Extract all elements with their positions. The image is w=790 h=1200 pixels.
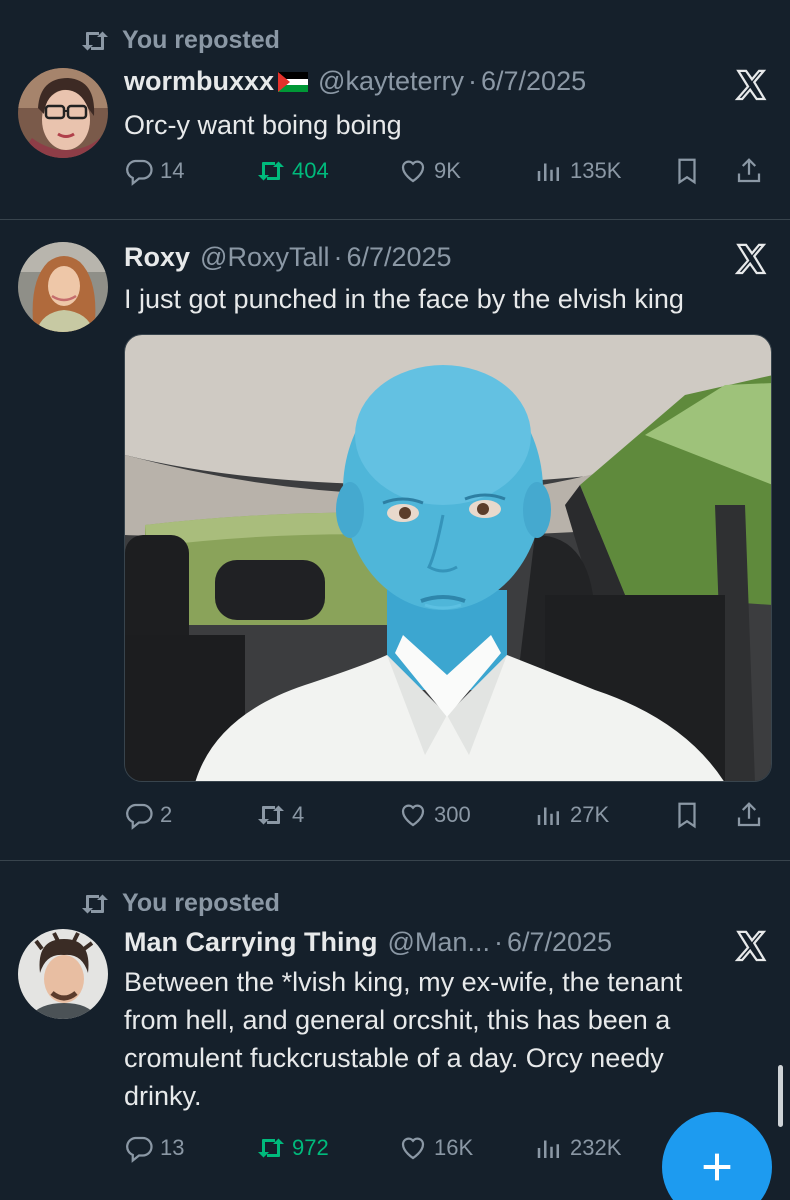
views-count: 232K	[570, 1135, 622, 1160]
views-button[interactable]: 232K	[534, 1133, 621, 1163]
repost-button[interactable]: 404	[256, 156, 329, 186]
share-icon	[737, 802, 761, 827]
bookmark-icon	[678, 802, 696, 829]
reply-count: 13	[160, 1135, 185, 1160]
x-logo-icon	[734, 930, 767, 962]
user-handle[interactable]: @RoxyTall	[200, 242, 329, 273]
x-logo-icon	[734, 69, 767, 101]
bookmark-button[interactable]	[672, 800, 708, 830]
scrollbar[interactable]	[778, 1065, 783, 1127]
bookmark-icon	[678, 158, 696, 185]
views-count: 135K	[570, 158, 622, 183]
repost-icon	[258, 1138, 284, 1158]
like-count: 300	[434, 802, 471, 827]
display-name[interactable]: Man Carrying Thing	[124, 927, 378, 958]
share-button[interactable]	[734, 800, 770, 830]
like-button[interactable]: 9K	[398, 156, 461, 186]
views-count: 27K	[570, 802, 610, 827]
views-button[interactable]: 27K	[534, 800, 609, 830]
repost-label: You reposted	[122, 889, 280, 917]
post-media-image[interactable]	[124, 334, 772, 782]
reply-button[interactable]: 14	[124, 156, 184, 186]
user-handle[interactable]: @Man...	[388, 927, 490, 958]
repost-icon	[258, 161, 284, 181]
post-text-line: Between the *lvish king, my ex-wife, the…	[124, 967, 683, 997]
repost-count: 404	[292, 158, 329, 183]
repost-button[interactable]: 4	[256, 800, 304, 830]
repost-icon	[82, 894, 108, 913]
repost-indicator: You reposted	[80, 889, 280, 918]
post-1[interactable]: You reposted wormbuxxx @kayteterry · 6/7…	[0, 0, 790, 220]
separator-dot: ·	[468, 66, 477, 96]
x-logo-icon	[734, 243, 767, 275]
car-selfie-illustration	[125, 335, 771, 781]
like-count: 9K	[434, 158, 461, 183]
reply-icon	[126, 159, 153, 186]
like-button[interactable]: 16K	[398, 1133, 473, 1163]
like-icon	[401, 804, 425, 827]
post-header: Man Carrying Thing @Man... · 6/7/2025	[124, 927, 612, 958]
flag-emoji	[278, 68, 309, 92]
post-header: Roxy @RoxyTall · 6/7/2025	[124, 242, 452, 273]
avatar[interactable]	[18, 242, 108, 332]
post-text-line: from hell, and general orcshit, this has…	[124, 1005, 671, 1035]
post-text: I just got punched in the face by the el…	[124, 284, 684, 314]
views-icon	[537, 1140, 559, 1158]
post-header: wormbuxxx @kayteterry · 6/7/2025	[124, 66, 586, 97]
repost-icon	[82, 31, 108, 50]
reply-icon	[126, 803, 153, 830]
like-count: 16K	[434, 1135, 474, 1160]
reply-count: 14	[160, 158, 185, 183]
repost-indicator: You reposted	[80, 26, 280, 55]
separator-dot: ·	[493, 927, 503, 957]
post-text: Between the *lvish king, my ex-wife, the…	[124, 963, 764, 1115]
post-text-line: cromulent fuckcrustable of a day. Orcy n…	[124, 1043, 664, 1073]
post-date[interactable]: 6/7/2025	[507, 927, 612, 958]
separator-dot: ·	[333, 242, 343, 272]
like-icon	[401, 1137, 425, 1160]
reply-count: 2	[160, 802, 173, 827]
views-icon	[537, 163, 559, 181]
display-name[interactable]: Roxy	[124, 242, 190, 273]
views-icon	[537, 807, 559, 825]
bookmark-button[interactable]	[672, 156, 708, 186]
reply-button[interactable]: 13	[124, 1133, 184, 1163]
post-text-line: drinky.	[124, 1081, 202, 1111]
action-bar: 14 404 9K 135K	[124, 156, 774, 196]
like-icon	[401, 160, 425, 183]
repost-label: You reposted	[122, 26, 280, 54]
avatar[interactable]	[18, 68, 108, 158]
action-bar: 2 4 300 27K	[124, 800, 774, 840]
repost-count: 4	[292, 802, 305, 827]
repost-icon	[258, 805, 284, 825]
reply-icon	[126, 1136, 153, 1163]
user-handle[interactable]: @kayteterry	[318, 66, 464, 97]
compose-plus-icon	[703, 1153, 731, 1181]
repost-button[interactable]: 972	[256, 1133, 329, 1163]
share-icon	[737, 158, 761, 183]
display-name[interactable]: wormbuxxx	[124, 66, 274, 97]
avatar[interactable]	[18, 929, 108, 1019]
action-bar: 13 972 16K 232K	[124, 1133, 644, 1173]
post-text: Orc-y want boing boing	[124, 110, 402, 140]
views-button[interactable]: 135K	[534, 156, 621, 186]
share-button[interactable]	[734, 156, 770, 186]
like-button[interactable]: 300	[398, 800, 471, 830]
reply-button[interactable]: 2	[124, 800, 172, 830]
repost-count: 972	[292, 1135, 329, 1160]
post-date[interactable]: 6/7/2025	[481, 66, 586, 97]
post-date[interactable]: 6/7/2025	[346, 242, 451, 273]
